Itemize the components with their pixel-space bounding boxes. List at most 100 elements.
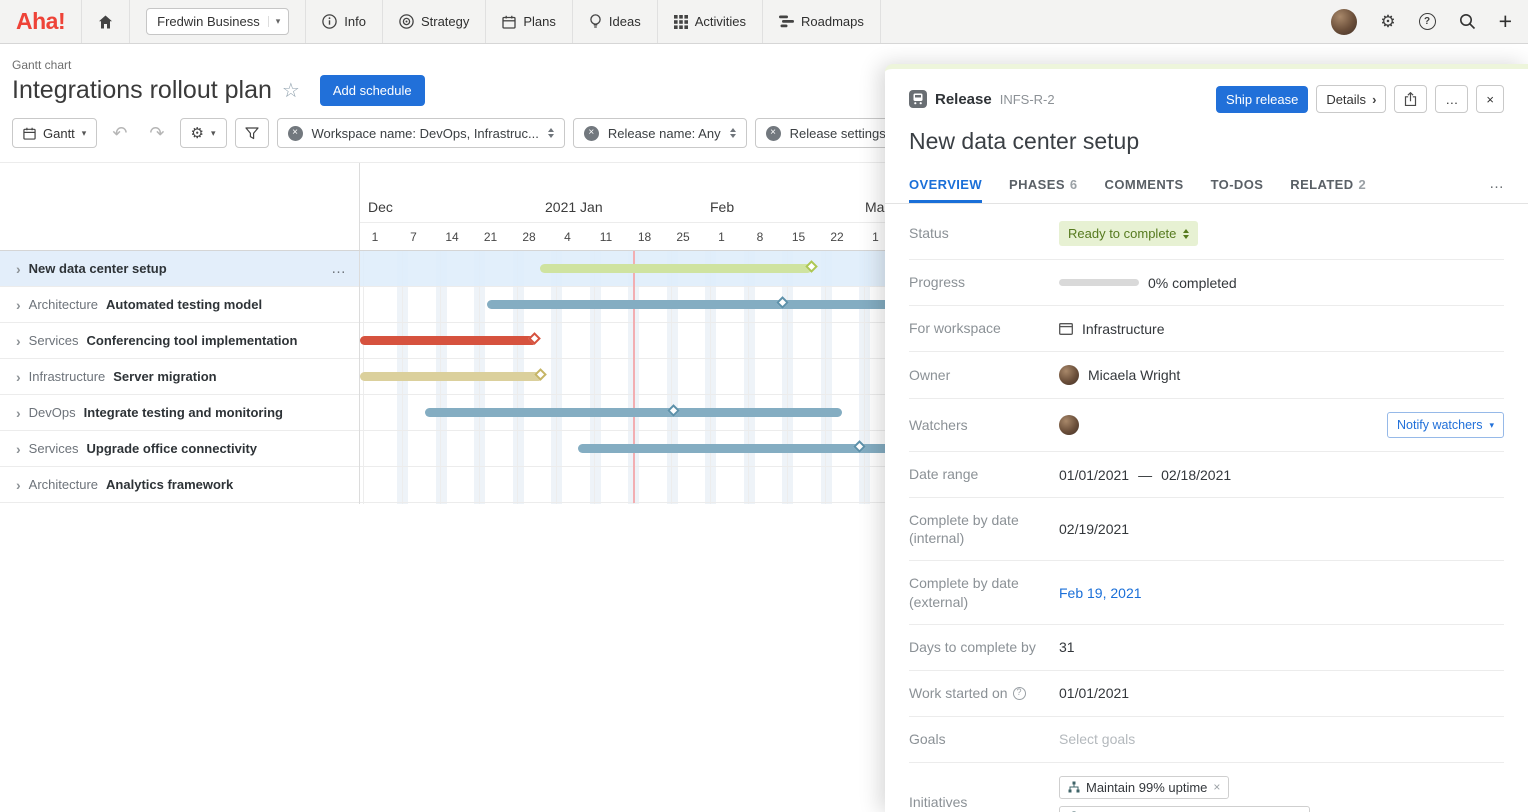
logo-text: Aha! — [16, 8, 66, 34]
release-title: New data center setup — [909, 128, 1140, 154]
nav-item-plans[interactable]: Plans — [486, 0, 573, 43]
aha-logo[interactable]: Aha! — [0, 0, 83, 43]
expand-chevron-icon[interactable]: › — [16, 261, 21, 277]
record-reference[interactable]: INFS-R-2 — [1000, 92, 1055, 107]
workspace-name: Fredwin Business — [157, 14, 260, 29]
expand-chevron-icon[interactable]: › — [16, 297, 21, 313]
tab-todos[interactable]: TO-DOS — [1211, 177, 1264, 203]
gantt-bar[interactable] — [578, 444, 923, 453]
expand-chevron-icon[interactable]: › — [16, 441, 21, 457]
gear-icon: ⚙ — [190, 125, 204, 142]
tab-related[interactable]: RELATED 2 — [1290, 177, 1366, 203]
tab-overflow-button[interactable]: … — [1489, 175, 1504, 203]
expand-chevron-icon[interactable]: › — [16, 333, 21, 349]
nav-label: Activities — [694, 14, 747, 29]
goals-placeholder[interactable]: Select goals — [1059, 731, 1135, 747]
week-tick-label: 18 — [637, 230, 652, 244]
tab-count: 2 — [1358, 177, 1367, 192]
view-selector-button[interactable]: Gantt ▾ — [12, 118, 98, 148]
sort-arrows-icon[interactable] — [547, 128, 554, 138]
share-export-button[interactable] — [1394, 85, 1428, 113]
row-name: Analytics framework — [106, 477, 234, 492]
favorite-star-icon[interactable]: ☆ — [282, 78, 300, 103]
close-panel-button[interactable]: × — [1476, 85, 1504, 113]
field-label: Watchers — [909, 416, 968, 433]
initiative-tag[interactable]: Enhance application interoperabilty × — [1059, 805, 1311, 812]
info-icon — [322, 14, 338, 29]
gantt-row-label[interactable]: › Services Conferencing tool implementatio… — [0, 323, 359, 359]
field-label: Complete by date (internal) — [909, 512, 1019, 547]
gantt-bar[interactable] — [360, 336, 537, 345]
calendar-icon — [23, 127, 36, 140]
remove-filter-icon[interactable]: × — [287, 125, 303, 141]
undo-button[interactable]: ↶ — [105, 123, 134, 144]
home-icon — [98, 15, 113, 29]
tab-phases[interactable]: PHASES 6 — [1009, 177, 1078, 203]
remove-tag-icon[interactable]: × — [1213, 780, 1220, 794]
nav-item-activities[interactable]: Activities — [658, 0, 764, 43]
tab-overview[interactable]: OVERVIEW — [909, 177, 982, 203]
remove-filter-icon[interactable]: × — [583, 125, 599, 141]
nav-item-info[interactable]: Info — [306, 0, 383, 43]
gantt-bar[interactable] — [425, 408, 842, 417]
more-actions-button[interactable]: … — [1435, 85, 1469, 113]
gantt-row-label[interactable]: › Architecture Automated testing model — [0, 287, 359, 323]
work-started-date[interactable]: 01/01/2021 — [1059, 685, 1129, 701]
gantt-row-label[interactable]: › New data center setup… — [0, 251, 359, 287]
expand-chevron-icon[interactable]: › — [16, 369, 21, 385]
row-menu-button[interactable]: … — [331, 260, 347, 277]
field-initiatives: Initiatives Maintain 99% uptime × Enhanc… — [909, 763, 1504, 812]
gantt-row-label[interactable]: › Architecture Analytics framework — [0, 467, 359, 503]
expand-chevron-icon[interactable]: › — [16, 477, 21, 493]
date-start[interactable]: 01/01/2021 — [1059, 467, 1129, 483]
home-button[interactable] — [82, 0, 131, 43]
internal-date[interactable]: 02/19/2021 — [1059, 521, 1129, 537]
owner-name[interactable]: Micaela Wright — [1088, 367, 1180, 383]
help-tooltip-icon[interactable]: ? — [1012, 686, 1026, 700]
field-label: Progress — [909, 274, 966, 291]
workspace-value[interactable]: Infrastructure — [1082, 321, 1164, 337]
chart-settings-button[interactable]: ⚙ ▾ — [179, 118, 227, 148]
expand-chevron-icon[interactable]: › — [16, 405, 21, 421]
field-watchers: Watchers Notify watchers ▾ — [909, 399, 1504, 452]
sort-arrows-icon[interactable] — [729, 128, 736, 138]
user-avatar[interactable] — [1331, 8, 1358, 35]
notify-watchers-button[interactable]: Notify watchers ▾ — [1387, 412, 1504, 438]
redo-button[interactable]: ↷ — [142, 123, 171, 144]
initiative-tag[interactable]: Maintain 99% uptime × — [1059, 775, 1230, 799]
help-button[interactable]: ? — [1418, 13, 1436, 30]
gantt-bar[interactable] — [487, 300, 935, 309]
watcher-avatar[interactable] — [1059, 415, 1079, 435]
gantt-row-label[interactable]: › Services Upgrade office connectivity — [0, 431, 359, 467]
nav-item-strategy[interactable]: Strategy — [383, 0, 487, 43]
filter-chip-release-name[interactable]: × Release name: Any — [572, 118, 747, 148]
owner-avatar — [1059, 365, 1079, 385]
filter-chip-workspace[interactable]: × Workspace name: DevOps, Infrastruc... — [276, 118, 565, 148]
gantt-row-label[interactable]: › DevOps Integrate testing and monitoring — [0, 395, 359, 431]
add-button[interactable]: + — [1499, 10, 1512, 33]
tab-comments[interactable]: COMMENTS — [1105, 177, 1184, 203]
date-end[interactable]: 02/18/2021 — [1161, 467, 1231, 483]
gantt-row-label[interactable]: › Infrastructure Server migration — [0, 359, 359, 395]
field-complete-external: Complete by date (external) Feb 19, 2021 — [909, 561, 1504, 625]
workspace-selector[interactable]: Fredwin Business ▾ — [130, 0, 307, 43]
search-button[interactable] — [1459, 13, 1476, 30]
details-button[interactable]: Details › — [1316, 85, 1387, 113]
status-select[interactable]: Ready to complete — [1059, 221, 1199, 246]
settings-gear-button[interactable]: ⚙ — [1380, 12, 1395, 32]
add-schedule-button[interactable]: Add schedule — [319, 75, 425, 106]
release-fields: Status Ready to complete Progress 0% com… — [909, 208, 1504, 812]
nav-item-roadmaps[interactable]: Roadmaps — [763, 0, 881, 43]
week-tick-label: 1 — [718, 230, 725, 244]
gantt-row-list: › New data center setup … › Architecture Auto… — [0, 251, 360, 504]
gantt-bar[interactable] — [360, 372, 543, 381]
remove-filter-icon[interactable]: × — [765, 125, 781, 141]
row-name: Upgrade office connectivity — [86, 441, 258, 456]
row-name: Conferencing tool implementation — [86, 333, 298, 348]
external-date-link[interactable]: Feb 19, 2021 — [1059, 585, 1142, 601]
nav-item-ideas[interactable]: Ideas — [573, 0, 658, 43]
gantt-bar[interactable] — [540, 264, 812, 273]
filter-button[interactable] — [234, 118, 269, 148]
ship-release-button[interactable]: Ship release — [1216, 85, 1309, 113]
week-tick-label: 22 — [830, 230, 844, 244]
